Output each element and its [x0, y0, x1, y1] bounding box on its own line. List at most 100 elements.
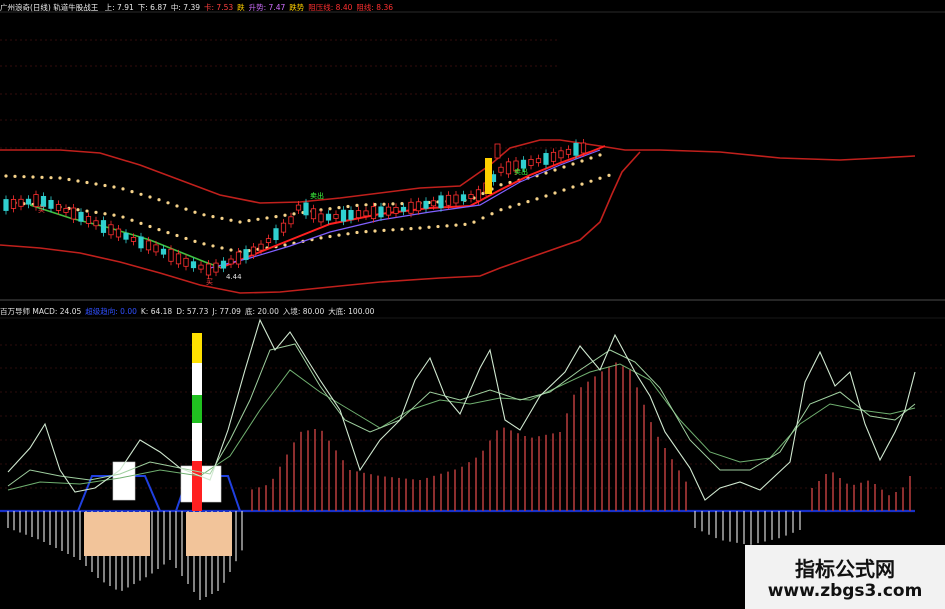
candle-body	[355, 210, 362, 219]
track-dot	[589, 179, 593, 183]
track-dot	[544, 194, 548, 198]
signal-candle	[485, 158, 492, 194]
track-dot	[4, 174, 8, 178]
candle-body	[138, 236, 144, 249]
track-dot	[328, 207, 332, 211]
candle-body	[280, 222, 287, 233]
watermark-url: www.zbgs3.com	[767, 581, 923, 601]
candle-body	[145, 240, 152, 251]
candle-body	[288, 216, 294, 225]
track-dot	[184, 236, 188, 241]
track-dot	[13, 174, 17, 178]
candle-body	[580, 142, 587, 154]
track-dot	[166, 201, 170, 205]
candle-body	[78, 211, 84, 222]
indicator-legend-item: J: 77.09	[212, 307, 241, 316]
track-dot	[211, 215, 215, 219]
price-annotation: 买	[38, 206, 45, 214]
track-dot	[526, 200, 530, 204]
track-dot	[58, 176, 62, 180]
candle-body	[250, 246, 257, 256]
track-dot	[580, 182, 584, 186]
track-dot	[607, 173, 611, 177]
candle-body	[198, 264, 204, 270]
candle-body	[175, 253, 182, 265]
candle-body	[273, 228, 279, 241]
track-dot	[337, 206, 341, 210]
indicator-legend-item: D: 57.73	[176, 307, 209, 316]
price-annotation: 买	[206, 278, 213, 286]
candle-body	[25, 198, 32, 205]
track-dot	[400, 227, 404, 231]
track-dot	[157, 198, 161, 202]
indicator-legend: 百万导师 MACD: 24.05 超级趋向: 0.00 K: 64.18 D: 57.…	[0, 307, 378, 316]
track-dot	[589, 156, 593, 160]
candle-body	[100, 220, 107, 233]
signal-bar-segment	[192, 363, 202, 395]
indicator-legend-item: 百万导师 MACD: 24.05	[0, 307, 82, 316]
candle-body	[85, 216, 92, 224]
candle-body	[40, 195, 47, 207]
candle-body	[498, 166, 504, 173]
candle-body	[160, 248, 167, 255]
candle-body	[468, 194, 474, 199]
candle-body	[310, 208, 317, 220]
candle-body	[63, 207, 69, 213]
indicator-panel-header: 百万导师 MACD: 24.05 超级趋向: 0.00 K: 64.18 D: 57.…	[0, 306, 382, 318]
price-annotation: 4.44	[226, 273, 242, 281]
candle-body	[295, 204, 302, 211]
track-dot	[517, 202, 521, 206]
track-dot	[193, 239, 197, 243]
candle-body	[3, 199, 9, 211]
track-dot	[580, 159, 584, 163]
signal-box	[112, 461, 136, 501]
track-dot	[130, 190, 134, 194]
watermark-logo: 指标公式网 www.zbgs3.com	[745, 545, 945, 609]
track-dot	[22, 175, 26, 179]
candle-body	[153, 244, 159, 253]
track-dot	[598, 176, 602, 180]
track-dot	[571, 185, 575, 189]
candle-body	[48, 199, 54, 209]
track-dot	[445, 224, 449, 228]
track-dot	[391, 228, 395, 232]
track-dot	[229, 218, 233, 222]
track-dot	[292, 212, 296, 216]
track-dot	[481, 216, 485, 220]
candle-body	[453, 194, 459, 204]
track-dot	[121, 215, 125, 219]
candle-body	[115, 228, 122, 238]
candle-body	[385, 206, 392, 216]
track-dot	[130, 218, 134, 222]
candle-body	[393, 206, 399, 214]
track-dot	[220, 216, 224, 220]
track-dot	[499, 183, 503, 187]
track-dot	[112, 213, 116, 217]
chart-area[interactable]: 买买4.44卖出卖出	[0, 0, 945, 609]
candle-body	[243, 249, 249, 260]
track-dot	[238, 220, 242, 224]
indicator-legend-item: 入境: 80.00	[282, 307, 325, 316]
candle-body	[190, 261, 197, 269]
track-dot	[274, 215, 278, 219]
candle-body	[303, 202, 309, 216]
candle-body	[370, 206, 377, 220]
candle-body	[363, 210, 369, 217]
track-dot	[76, 208, 80, 212]
track-dot	[364, 230, 368, 234]
track-dot	[175, 204, 179, 208]
track-dot	[49, 176, 53, 180]
track-dot	[328, 234, 332, 239]
signal-bar-segment	[192, 333, 202, 363]
candle-body	[18, 198, 24, 207]
track-dot	[562, 188, 566, 192]
track-dot	[508, 205, 512, 209]
track-dot	[193, 210, 197, 214]
track-dot	[283, 243, 287, 247]
candle-body	[400, 206, 407, 212]
price-annotation: 卖出	[310, 191, 324, 200]
candle-body	[168, 248, 174, 262]
track-dot	[139, 192, 143, 196]
bottom-block	[84, 512, 150, 556]
track-dot	[229, 248, 233, 252]
